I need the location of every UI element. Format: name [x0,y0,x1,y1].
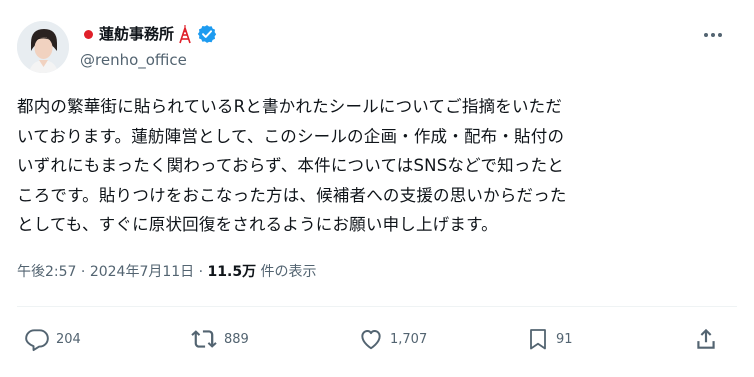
post-date[interactable]: 2024年7月11日 [90,264,194,280]
bookmark-icon [530,329,546,350]
meta-separator: · [198,264,204,280]
verified-icon[interactable] [197,24,217,44]
bookmark-button[interactable]: 91 [526,322,573,356]
repost-button[interactable]: 889 [190,322,249,356]
avatar[interactable] [17,21,69,73]
author-name-row[interactable]: 蓮舫事務所 [80,22,217,46]
red-circle-icon [84,29,93,39]
heart-icon [361,330,381,350]
view-count-label: 件の表示 [260,264,317,280]
action-bar: 204 889 1,707 91 [0,322,754,356]
post-time[interactable]: 午後2:57 [17,264,76,280]
reply-button[interactable]: 204 [24,322,81,356]
bookmark-count: 91 [556,331,573,347]
meta-separator: · [80,264,86,280]
share-icon [697,328,715,349]
reply-icon [25,329,49,352]
view-count: 11.5万 [207,264,257,280]
repost-icon [191,330,217,348]
author-handle[interactable]: @renho_office [80,50,187,70]
reply-count: 204 [56,331,81,347]
more-options-button[interactable] [700,24,726,46]
post: 蓮舫事務所 @renho_office 都内の繁華街に貼られているRと書かれたシ… [0,0,754,377]
post-meta: 午後2:57 · 2024年7月11日 · 11.5万 件の表示 [17,262,317,282]
more-dots-icon [704,33,722,37]
like-count: 1,707 [390,331,428,347]
tokyo-tower-icon [177,24,193,44]
like-button[interactable]: 1,707 [358,322,427,356]
share-button[interactable] [693,322,719,356]
post-text: 都内の繁華街に貼られているRと書かれたシールについてご指摘をいただ いております… [17,97,567,235]
divider [17,306,737,307]
author-display-name[interactable]: 蓮舫事務所 [99,23,174,45]
repost-count: 889 [224,331,249,347]
avatar-image [17,21,69,73]
